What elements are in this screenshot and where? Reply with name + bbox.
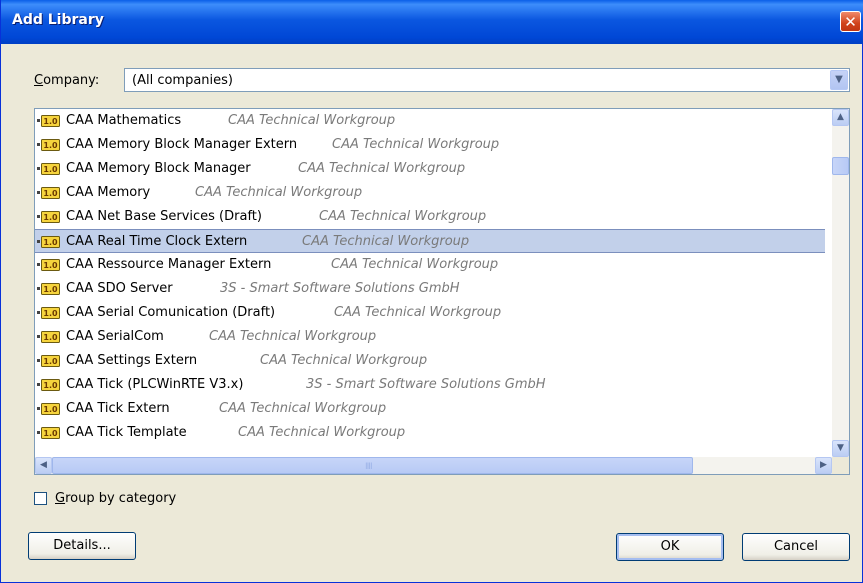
library-company: CAA Technical Workgroup	[195, 185, 363, 200]
library-icon: 1.0	[37, 379, 60, 391]
library-company: CAA Technical Workgroup	[331, 257, 499, 272]
library-row[interactable]: 1.0 CAA Settings Extern CAA Technical Work…	[35, 349, 825, 373]
library-row[interactable]: 1.0 CAA Tick Template CAA Technical Workgr…	[35, 421, 825, 445]
svg-text:1.0: 1.0	[43, 189, 58, 198]
library-icon: 1.0	[37, 259, 60, 271]
library-icon: 1.0	[37, 187, 60, 199]
vertical-scrollbar[interactable]: ▲ ▼	[832, 109, 849, 457]
library-company: CAA Technical Workgroup	[332, 137, 500, 152]
scroll-up-icon[interactable]: ▲	[832, 109, 849, 126]
horizontal-scroll-thumb[interactable]: IIII	[52, 457, 693, 474]
library-icon: 1.0	[37, 331, 60, 343]
svg-text:1.0: 1.0	[43, 381, 58, 390]
library-icon: 1.0	[37, 236, 60, 248]
library-company: CAA Technical Workgroup	[228, 113, 396, 128]
svg-text:1.0: 1.0	[43, 213, 58, 222]
library-name: CAA Tick Extern	[66, 401, 170, 416]
svg-text:1.0: 1.0	[43, 285, 58, 294]
library-name: CAA Real Time Clock Extern	[66, 234, 248, 249]
library-icon: 1.0	[37, 355, 60, 367]
library-name: CAA Settings Extern	[66, 353, 198, 368]
scrollbar-corner	[832, 457, 849, 474]
library-row[interactable]: 1.0 CAA Ressource Manager Extern CAA Techn…	[35, 253, 825, 277]
library-name: CAA Net Base Services (Draft)	[66, 209, 262, 224]
library-name: CAA Memory Block Manager Extern	[66, 137, 298, 152]
library-company: CAA Technical Workgroup	[319, 209, 487, 224]
svg-text:1.0: 1.0	[43, 261, 58, 270]
svg-text:1.0: 1.0	[43, 141, 58, 150]
svg-text:1.0: 1.0	[43, 333, 58, 342]
vertical-scroll-thumb[interactable]	[832, 157, 849, 175]
library-name: CAA Tick (PLCWinRTE V3.x)	[66, 377, 244, 392]
library-name: CAA Serial Comunication (Draft)	[66, 305, 276, 320]
cancel-button[interactable]: Cancel	[742, 533, 850, 561]
library-row[interactable]: 1.0 CAA Memory Block Manager CAA Technical…	[35, 157, 825, 181]
window-title: Add Library	[12, 12, 104, 28]
library-name: CAA SerialCom	[66, 329, 164, 344]
library-company: 3S - Smart Software Solutions GmbH	[306, 377, 546, 392]
library-company: CAA Technical Workgroup	[238, 425, 406, 440]
svg-text:1.0: 1.0	[43, 429, 58, 438]
close-icon: ✕	[844, 13, 857, 31]
library-list[interactable]: 1.0 CAA Mathematics CAA Technical Workgrou…	[34, 108, 850, 475]
scroll-down-icon[interactable]: ▼	[832, 440, 849, 457]
library-company: CAA Technical Workgroup	[260, 353, 428, 368]
close-button[interactable]: ✕	[840, 11, 861, 32]
library-icon: 1.0	[37, 307, 60, 319]
library-row[interactable]: 1.0 CAA Serial Comunication (Draft) CAA Te…	[35, 301, 825, 325]
add-library-dialog: Add Library ✕ Company: (All companies) ▼…	[0, 0, 863, 583]
library-row[interactable]: 1.0 CAA Memory Block Manager Extern CAA Te…	[35, 133, 825, 157]
library-name: CAA Memory	[66, 185, 151, 200]
company-dropdown[interactable]: (All companies) ▼	[124, 68, 850, 92]
library-company: CAA Technical Workgroup	[298, 161, 466, 176]
scroll-left-icon[interactable]: ◀	[35, 457, 52, 474]
details-button[interactable]: Details...	[28, 532, 136, 560]
svg-text:1.0: 1.0	[43, 405, 58, 414]
library-icon: 1.0	[37, 283, 60, 295]
library-row[interactable]: 1.0 CAA SerialCom CAA Technical Workgroup	[35, 325, 825, 349]
library-company: CAA Technical Workgroup	[334, 305, 502, 320]
chevron-down-icon[interactable]: ▼	[830, 70, 848, 90]
title-bar[interactable]: Add Library ✕	[1, 0, 863, 44]
library-name: CAA Memory Block Manager	[66, 161, 251, 176]
library-row[interactable]: 1.0 CAA Mathematics CAA Technical Workgrou…	[35, 109, 825, 133]
library-icon: 1.0	[37, 139, 60, 151]
svg-text:1.0: 1.0	[43, 165, 58, 174]
library-icon: 1.0	[37, 115, 60, 127]
library-name: CAA Ressource Manager Extern	[66, 257, 272, 272]
library-icon: 1.0	[37, 163, 60, 175]
ok-button[interactable]: OK	[616, 533, 724, 561]
library-company: CAA Technical Workgroup	[302, 234, 470, 249]
group-by-category-label[interactable]: Group by category	[55, 491, 176, 506]
svg-text:1.0: 1.0	[43, 357, 58, 366]
library-company: CAA Technical Workgroup	[219, 401, 387, 416]
svg-text:1.0: 1.0	[43, 238, 58, 247]
library-name: CAA Tick Template	[66, 425, 187, 440]
library-row[interactable]: 1.0 CAA Tick Extern CAA Technical Workgrou…	[35, 397, 825, 421]
library-row[interactable]: 1.0 CAA SDO Server 3S - Smart Software Sol…	[35, 277, 825, 301]
horizontal-scrollbar[interactable]: ◀ IIII ▶	[35, 457, 832, 474]
library-name: CAA SDO Server	[66, 281, 173, 296]
library-row[interactable]: 1.0 CAA Memory CAA Technical Workgroup	[35, 181, 825, 205]
library-row[interactable]: 1.0 CAA Tick (PLCWinRTE V3.x) 3S - Smart S…	[35, 373, 825, 397]
company-dropdown-value: (All companies)	[132, 73, 233, 88]
svg-text:1.0: 1.0	[43, 309, 58, 318]
library-row[interactable]: 1.0 CAA Net Base Services (Draft) CAA Tech…	[35, 205, 825, 229]
library-row[interactable]: 1.0 CAA Real Time Clock Extern CAA Technic…	[35, 229, 825, 253]
library-company: CAA Technical Workgroup	[209, 329, 377, 344]
library-company: 3S - Smart Software Solutions GmbH	[220, 281, 460, 296]
company-label: Company:	[34, 73, 100, 88]
library-icon: 1.0	[37, 427, 60, 439]
library-icon: 1.0	[37, 211, 60, 223]
library-icon: 1.0	[37, 403, 60, 415]
group-by-category-checkbox[interactable]	[34, 492, 47, 505]
library-name: CAA Mathematics	[66, 113, 182, 128]
scroll-right-icon[interactable]: ▶	[815, 457, 832, 474]
svg-text:1.0: 1.0	[43, 117, 58, 126]
